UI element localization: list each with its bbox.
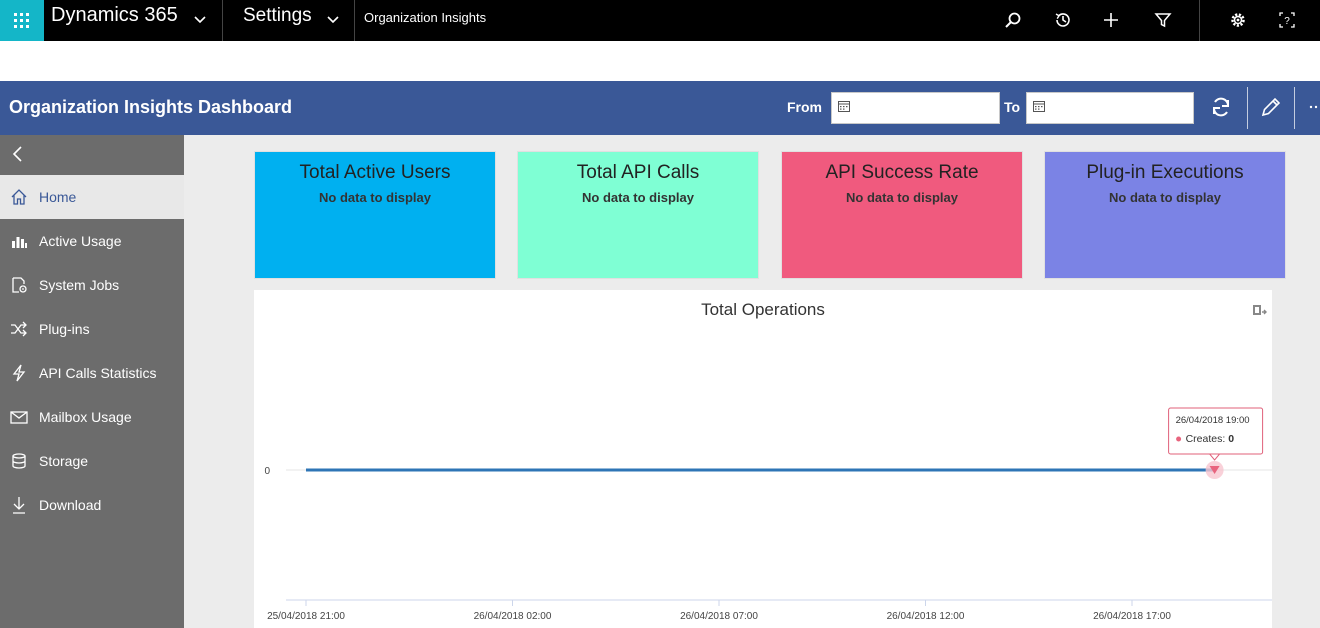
calendar-icon[interactable]: [838, 100, 850, 112]
tile-title: Total Active Users: [299, 162, 451, 183]
home-icon: [11, 189, 27, 205]
more-options-icon[interactable]: [1304, 95, 1320, 119]
sidebar-item-label: Storage: [39, 453, 89, 469]
tile-value: No data to display: [1109, 190, 1221, 205]
tile-api-success-rate[interactable]: API Success Rate No data to display: [781, 151, 1023, 279]
tile-value: No data to display: [846, 190, 958, 205]
bar-chart-icon: [12, 237, 27, 248]
tooltip-series-dot: [1176, 436, 1182, 442]
tile-value: No data to display: [319, 190, 431, 205]
sidebar-item-label: Active Usage: [39, 233, 122, 249]
divider: [1294, 87, 1295, 129]
help-icon[interactable]: ?: [1276, 9, 1298, 31]
sidebar-item-label: Mailbox Usage: [39, 409, 132, 425]
sidebar-item-download[interactable]: Download: [0, 483, 184, 527]
sidebar-item-system-jobs[interactable]: System Jobs: [0, 263, 184, 307]
to-date-field[interactable]: [1026, 92, 1194, 124]
divider: [222, 0, 223, 41]
total-operations-chart: Total Operations 0 25/04/2018 21:00 26/04/…: [254, 290, 1272, 628]
svg-text:?: ?: [1284, 16, 1290, 27]
filter-icon[interactable]: [1152, 9, 1174, 31]
tooltip-pointer: [1208, 453, 1221, 461]
x-tick-label: 26/04/2018 12:00: [887, 611, 965, 622]
sidebar-item-active-usage[interactable]: Active Usage: [0, 219, 184, 263]
history-icon[interactable]: [1052, 9, 1074, 31]
y-tick-label: 0: [264, 466, 270, 477]
refresh-icon[interactable]: [1209, 95, 1233, 119]
from-date-input[interactable]: [854, 97, 974, 119]
calendar-icon[interactable]: [1033, 100, 1045, 112]
top-navigation-bar: Dynamics 365 Settings Organization Insig…: [0, 0, 1320, 41]
divider: [354, 0, 355, 41]
sidebar-item-label: Home: [39, 189, 77, 205]
breadcrumb[interactable]: Organization Insights: [364, 10, 486, 25]
area-selector[interactable]: Settings: [243, 5, 312, 27]
x-tick-label: 25/04/2018 21:00: [267, 611, 345, 622]
sidebar-item-home[interactable]: Home: [0, 175, 184, 219]
sidebar-item-label: System Jobs: [39, 277, 120, 293]
collapse-sidebar-button[interactable]: [0, 135, 184, 175]
from-label: From: [787, 99, 822, 115]
tile-value: No data to display: [582, 190, 694, 205]
tile-total-api-calls[interactable]: Total API Calls No data to display: [517, 151, 759, 279]
to-date-input[interactable]: [1049, 97, 1169, 119]
dashboard-header: Organization Insights Dashboard From To: [0, 81, 1320, 135]
chevron-down-icon[interactable]: [327, 13, 339, 25]
divider: [1199, 0, 1200, 41]
x-tick-label: 26/04/2018 02:00: [474, 611, 552, 622]
app-launcher-icon[interactable]: [0, 0, 44, 41]
chevron-down-icon[interactable]: [194, 13, 206, 25]
sidebar-item-mailbox-usage[interactable]: Mailbox Usage: [0, 395, 184, 439]
to-label: To: [1004, 99, 1021, 115]
download-icon: [13, 497, 25, 514]
sidebar-item-label: API Calls Statistics: [39, 365, 157, 381]
divider: [1247, 87, 1248, 129]
sidebar-item-label: Download: [39, 497, 102, 513]
gear-icon[interactable]: [1227, 9, 1249, 31]
sidebar-item-storage[interactable]: Storage: [0, 439, 184, 483]
chevron-left-icon[interactable]: [11, 146, 25, 162]
sidebar-item-label: Plug-ins: [39, 321, 90, 337]
x-tick-label: 26/04/2018 07:00: [680, 611, 758, 622]
tile-total-active-users[interactable]: Total Active Users No data to display: [254, 151, 496, 279]
tooltip-time: 26/04/2018 19:00: [1176, 415, 1250, 426]
dashboard-content: Total Active Users No data to display To…: [184, 135, 1320, 628]
sidebar-item-api-calls-statistics[interactable]: API Calls Statistics: [0, 351, 184, 395]
system-jobs-icon: [12, 277, 27, 293]
shuffle-icon: [11, 321, 27, 337]
database-icon: [12, 453, 26, 469]
search-icon[interactable]: [1002, 9, 1024, 31]
line-chart: 0 25/04/2018 21:00 26/04/2018 02:00 26/04/2…: [264, 407, 1272, 622]
plus-icon[interactable]: [1100, 9, 1122, 31]
sidebar: Home Active Usage System Jobs Plug-ins A…: [0, 135, 184, 628]
from-date-field[interactable]: [831, 92, 1000, 124]
app-name[interactable]: Dynamics 365: [51, 4, 178, 27]
tooltip-value: Creates: 0: [1186, 433, 1235, 445]
tile-title: API Success Rate: [825, 162, 979, 183]
edit-icon[interactable]: [1259, 95, 1283, 119]
tile-plug-in-executions[interactable]: Plug-in Executions No data to display: [1044, 151, 1286, 279]
lightning-icon: [12, 364, 26, 382]
tile-title: Total API Calls: [576, 162, 700, 183]
mail-icon: [10, 411, 28, 424]
sidebar-item-plug-ins[interactable]: Plug-ins: [0, 307, 184, 351]
tile-title: Plug-in Executions: [1086, 162, 1244, 183]
x-tick-label: 26/04/2018 17:00: [1093, 611, 1171, 622]
page-title: Organization Insights Dashboard: [9, 97, 293, 117]
